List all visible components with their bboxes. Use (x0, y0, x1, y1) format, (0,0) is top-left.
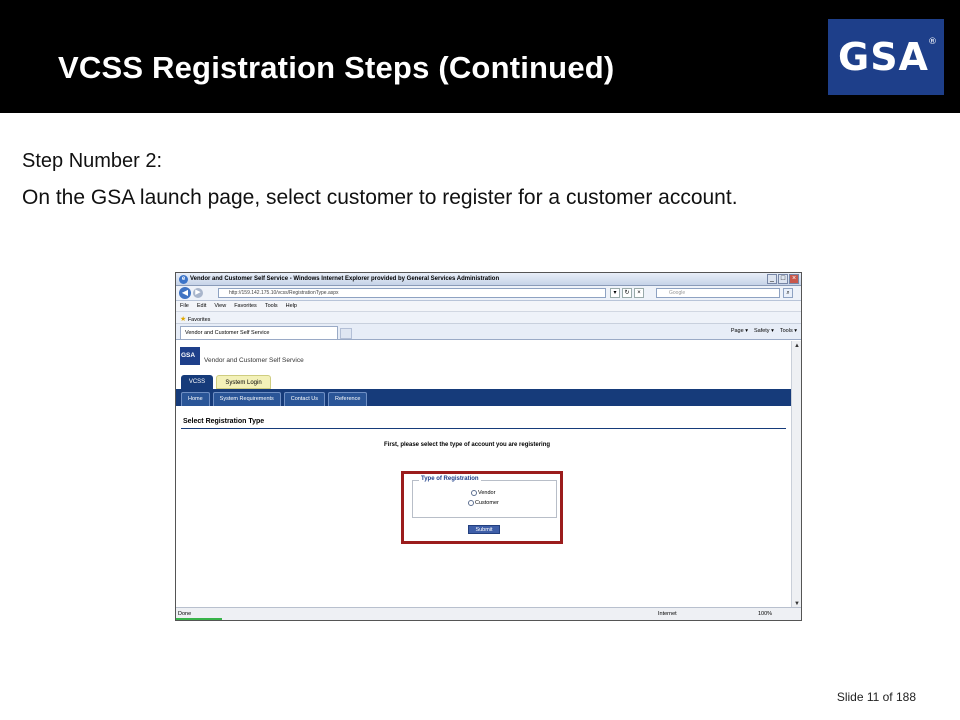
site-nav: Home System Requirements Contact Us Refe… (176, 389, 791, 406)
nav-home[interactable]: Home (181, 392, 210, 406)
registered-mark: ® (928, 37, 938, 47)
section-divider (181, 428, 786, 429)
new-tab-button[interactable] (340, 328, 352, 339)
gsa-logo: GSA ® (828, 19, 944, 95)
maximize-icon[interactable]: □ (778, 274, 788, 284)
gsa-logo-text: GSA (838, 35, 929, 79)
site-top-tabs: VCSS System Login (181, 375, 271, 389)
slide: VCSS Registration Steps (Continued) GSA … (0, 0, 960, 720)
ie-icon: e (179, 275, 188, 284)
menu-help[interactable]: Help (286, 303, 297, 311)
command-bar: Page ▾ Safety ▾ Tools ▾ (731, 328, 797, 334)
favorites-label: Favorites (187, 317, 211, 323)
step-description: On the GSA launch page, select customer … (22, 186, 738, 209)
menu-bar: File Edit View Favorites Tools Help (176, 301, 801, 312)
site-nav-items: Home System Requirements Contact Us Refe… (181, 392, 368, 406)
browser-tab-active[interactable]: Vendor and Customer Self Service (180, 326, 338, 339)
tab-system-login[interactable]: System Login (216, 375, 271, 389)
customer-radio[interactable] (468, 500, 474, 506)
browser-screenshot: e Vendor and Customer Self Service - Win… (175, 272, 802, 621)
menu-tools[interactable]: Tools (265, 303, 278, 311)
fieldset-legend: Type of Registration (419, 476, 481, 482)
menu-file[interactable]: File (180, 303, 189, 311)
menu-favorites[interactable]: Favorites (234, 303, 257, 311)
nav-reference[interactable]: Reference (328, 392, 368, 406)
vertical-scrollbar[interactable]: ▲ ▼ (791, 341, 801, 609)
slide-title: VCSS Registration Steps (Continued) (58, 50, 615, 85)
instruction-text: First, please select the type of account… (384, 442, 551, 448)
address-input[interactable]: http://159.142.175.10/vcss/RegistrationT… (218, 288, 606, 298)
option-customer[interactable]: Customer (468, 500, 499, 506)
page-viewport: GSA Vendor and Customer Self Service VCS… (176, 341, 791, 609)
command-safety[interactable]: Safety ▾ (754, 328, 774, 334)
window-controls: _ □ × (767, 274, 799, 284)
status-bar: Done Internet 100% (176, 607, 801, 620)
submit-button[interactable]: Submit (468, 525, 500, 534)
favorites-button[interactable]: ★ Favorites (180, 315, 210, 323)
star-icon: ★ (180, 316, 187, 323)
site-logo: GSA (180, 347, 200, 365)
customer-label: Customer (475, 500, 499, 506)
menu-edit[interactable]: Edit (197, 303, 206, 311)
registration-fieldset (412, 480, 557, 518)
forward-arrow-icon[interactable]: ▶ (193, 288, 203, 298)
step-title: Step Number 2: (22, 150, 163, 172)
site-name: Vendor and Customer Self Service (204, 357, 304, 364)
address-bar-row: ◀ ▶ http://159.142.175.10/vcss/Registrat… (176, 286, 801, 301)
dropdown-icon[interactable]: ▾ (610, 288, 620, 298)
vendor-label: Vendor (478, 490, 496, 496)
scroll-up-icon[interactable]: ▲ (793, 342, 801, 350)
tab-vcss[interactable]: VCSS (181, 375, 213, 389)
status-text: Done (178, 611, 192, 617)
search-input[interactable]: Google (656, 288, 780, 298)
browser-title-bar: e Vendor and Customer Self Service - Win… (176, 273, 801, 286)
address-tools: ▾ ↻ × (610, 288, 644, 298)
favorites-bar: ★ Favorites (176, 312, 801, 324)
zone-text: Internet (658, 611, 677, 617)
back-arrow-icon[interactable]: ◀ (179, 287, 191, 299)
vendor-radio[interactable] (471, 490, 477, 496)
refresh-icon[interactable]: ↻ (622, 288, 632, 298)
zoom-level[interactable]: 100% (758, 611, 772, 617)
nav-system-requirements[interactable]: System Requirements (212, 392, 281, 406)
browser-tabs: Vendor and Customer Self Service Page ▾ … (176, 324, 801, 340)
progress-bar (176, 618, 222, 620)
close-icon[interactable]: × (789, 274, 799, 284)
command-tools[interactable]: Tools ▾ (780, 328, 797, 334)
stop-icon[interactable]: × (634, 288, 644, 298)
section-title: Select Registration Type (183, 418, 265, 425)
menu-view[interactable]: View (214, 303, 226, 311)
slide-number: Slide 11 of 188 (836, 690, 916, 704)
command-page[interactable]: Page ▾ (731, 328, 748, 334)
option-vendor[interactable]: Vendor (471, 490, 495, 496)
nav-contact-us[interactable]: Contact Us (283, 392, 325, 406)
title-bar: VCSS Registration Steps (Continued) GSA … (0, 0, 960, 113)
browser-window-title: Vendor and Customer Self Service - Windo… (190, 276, 500, 282)
search-icon[interactable]: ⌕ (783, 288, 793, 298)
minimize-icon[interactable]: _ (767, 274, 777, 284)
